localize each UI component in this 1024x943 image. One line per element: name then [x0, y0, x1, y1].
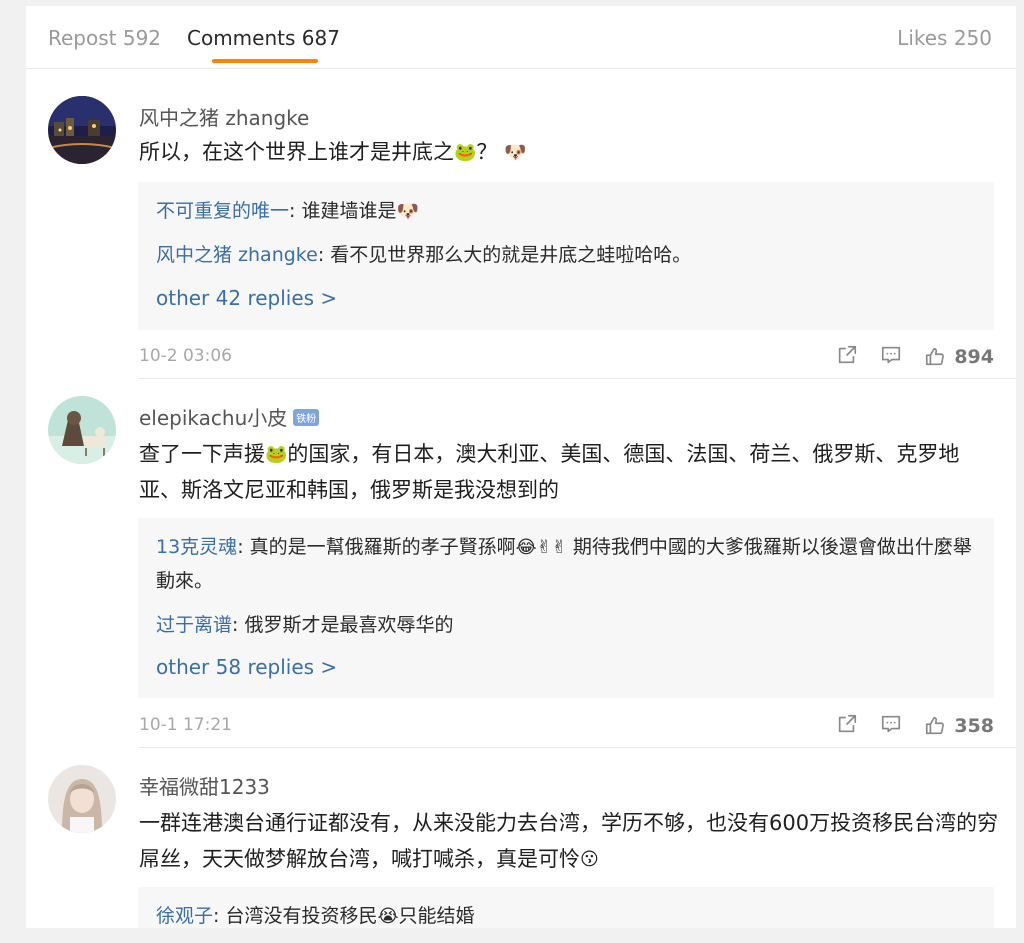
- reply-text: : 看不见世界那么大的就是井底之蛙啦哈哈。: [317, 244, 692, 266]
- comment-meta: 10-2 03:06 894: [139, 342, 994, 372]
- frog-emoji-icon: 🐸: [265, 444, 288, 465]
- comment-text: 所以，在这个世界上谁才是井底之🐸？ 🐶: [139, 134, 999, 170]
- reply-text: 只能结婚: [398, 905, 475, 927]
- comment-icon[interactable]: [880, 713, 902, 739]
- tab-comments[interactable]: Comments 687: [187, 26, 340, 50]
- reply-username[interactable]: 过于离谱: [156, 614, 232, 636]
- dog-emoji-icon: 🐶: [396, 200, 419, 222]
- reply-box: 不可重复的唯一: 谁建墙谁是🐶 风中之猪 zhangke: 看不见世界那么大的就…: [138, 182, 994, 330]
- tab-likes[interactable]: Likes 250: [897, 26, 992, 50]
- comment-actions: 358: [836, 713, 994, 739]
- reply-username[interactable]: 徐观子: [156, 905, 213, 927]
- reply-text: : 台湾没有投资移民: [213, 905, 378, 927]
- avatar[interactable]: [48, 96, 116, 164]
- tab-bar: Repost 592 Comments 687 Likes 250: [26, 6, 1016, 69]
- comment-actions: 894: [836, 344, 994, 370]
- laugh-cry-victory-emoji-icon: 😂✌✌: [515, 536, 567, 558]
- comment-date: 10-2 03:06: [139, 346, 232, 366]
- reply-item[interactable]: 过于离谱: 俄罗斯才是最喜欢辱华的: [156, 608, 976, 642]
- comment-text-part: ？: [476, 140, 498, 164]
- comment-username[interactable]: 幸福微甜1233: [139, 771, 270, 800]
- reply-item[interactable]: 不可重复的唯一: 谁建墙谁是🐶: [156, 194, 976, 228]
- avatar[interactable]: [48, 396, 116, 464]
- comment-text: 一群连港澳台通行证都没有，从来没能力去台湾，学历不够，也没有600万投资移民台湾…: [139, 805, 999, 877]
- more-replies-link[interactable]: other 42 replies >: [156, 286, 337, 310]
- comment-text-part: 一群连港澳台通行证都没有，从来没能力去台湾，学历不够，也没有600万投资移民台湾…: [139, 811, 999, 871]
- crying-emoji-icon: 😭: [377, 905, 399, 927]
- reply-text: : 谁建墙谁是: [289, 200, 397, 222]
- share-icon[interactable]: [836, 344, 858, 370]
- reply-item[interactable]: 风中之猪 zhangke: 看不见世界那么大的就是井底之蛙啦哈哈。: [156, 238, 976, 272]
- reply-username[interactable]: 13克灵魂: [156, 536, 237, 558]
- reply-text: : 俄罗斯才是最喜欢辱华的: [232, 614, 454, 636]
- comment-meta: 10-1 17:21 358: [139, 711, 994, 741]
- bottom-strip: [0, 928, 1024, 943]
- kiss-emoji-icon: 😗: [580, 849, 599, 870]
- thumbs-up-icon: [926, 716, 945, 735]
- frog-emoji-icon: 🐸: [454, 142, 477, 163]
- thumbs-up-icon: [926, 347, 945, 366]
- like-count: 358: [954, 715, 994, 737]
- comment-date: 10-1 17:21: [139, 715, 232, 735]
- reply-item[interactable]: 徐观子: 台湾没有投资移民😭只能结婚: [156, 899, 976, 928]
- comment-text: 查了一下声援🐸的国家，有日本，澳大利亚、美国、德国、法国、荷兰、俄罗斯、克罗地亚…: [139, 436, 999, 508]
- share-icon[interactable]: [836, 713, 858, 739]
- reply-box: 13克灵魂: 真的是一幫俄羅斯的孝子賢孫啊😂✌✌ 期待我們中國的大爹俄羅斯以後還…: [138, 518, 994, 698]
- comment-icon[interactable]: [880, 344, 902, 370]
- reply-box: 徐观子: 台湾没有投资移民😭只能结婚: [138, 887, 994, 928]
- fan-badge: 铁粉: [293, 409, 320, 426]
- comment-username[interactable]: elepikachu小皮 铁粉: [139, 402, 320, 431]
- comment-username-text: elepikachu小皮: [139, 406, 288, 430]
- tab-repost[interactable]: Repost 592: [48, 26, 161, 50]
- reply-text: : 真的是一幫俄羅斯的孝子賢孫啊: [237, 536, 516, 558]
- divider: [139, 747, 1016, 748]
- comment-text-part: 查了一下声援: [139, 442, 265, 466]
- like-button[interactable]: 894: [924, 346, 994, 368]
- like-button[interactable]: 358: [924, 715, 994, 737]
- dog-emoji-icon: 🐶: [504, 142, 527, 163]
- avatar[interactable]: [48, 765, 116, 833]
- comments-panel: Repost 592 Comments 687 Likes 250 风中之猪 z…: [26, 6, 1016, 928]
- comment-username[interactable]: 风中之猪 zhangke: [139, 102, 309, 131]
- comment-text-part: 所以，在这个世界上谁才是井底之: [139, 140, 454, 164]
- divider: [139, 378, 1016, 379]
- reply-username[interactable]: 风中之猪 zhangke: [156, 244, 318, 266]
- reply-username[interactable]: 不可重复的唯一: [156, 200, 289, 222]
- more-replies-link[interactable]: other 58 replies >: [156, 655, 337, 679]
- reply-item[interactable]: 13克灵魂: 真的是一幫俄羅斯的孝子賢孫啊😂✌✌ 期待我們中國的大爹俄羅斯以後還…: [156, 530, 976, 598]
- like-count: 894: [954, 346, 994, 368]
- active-tab-indicator: [212, 59, 318, 63]
